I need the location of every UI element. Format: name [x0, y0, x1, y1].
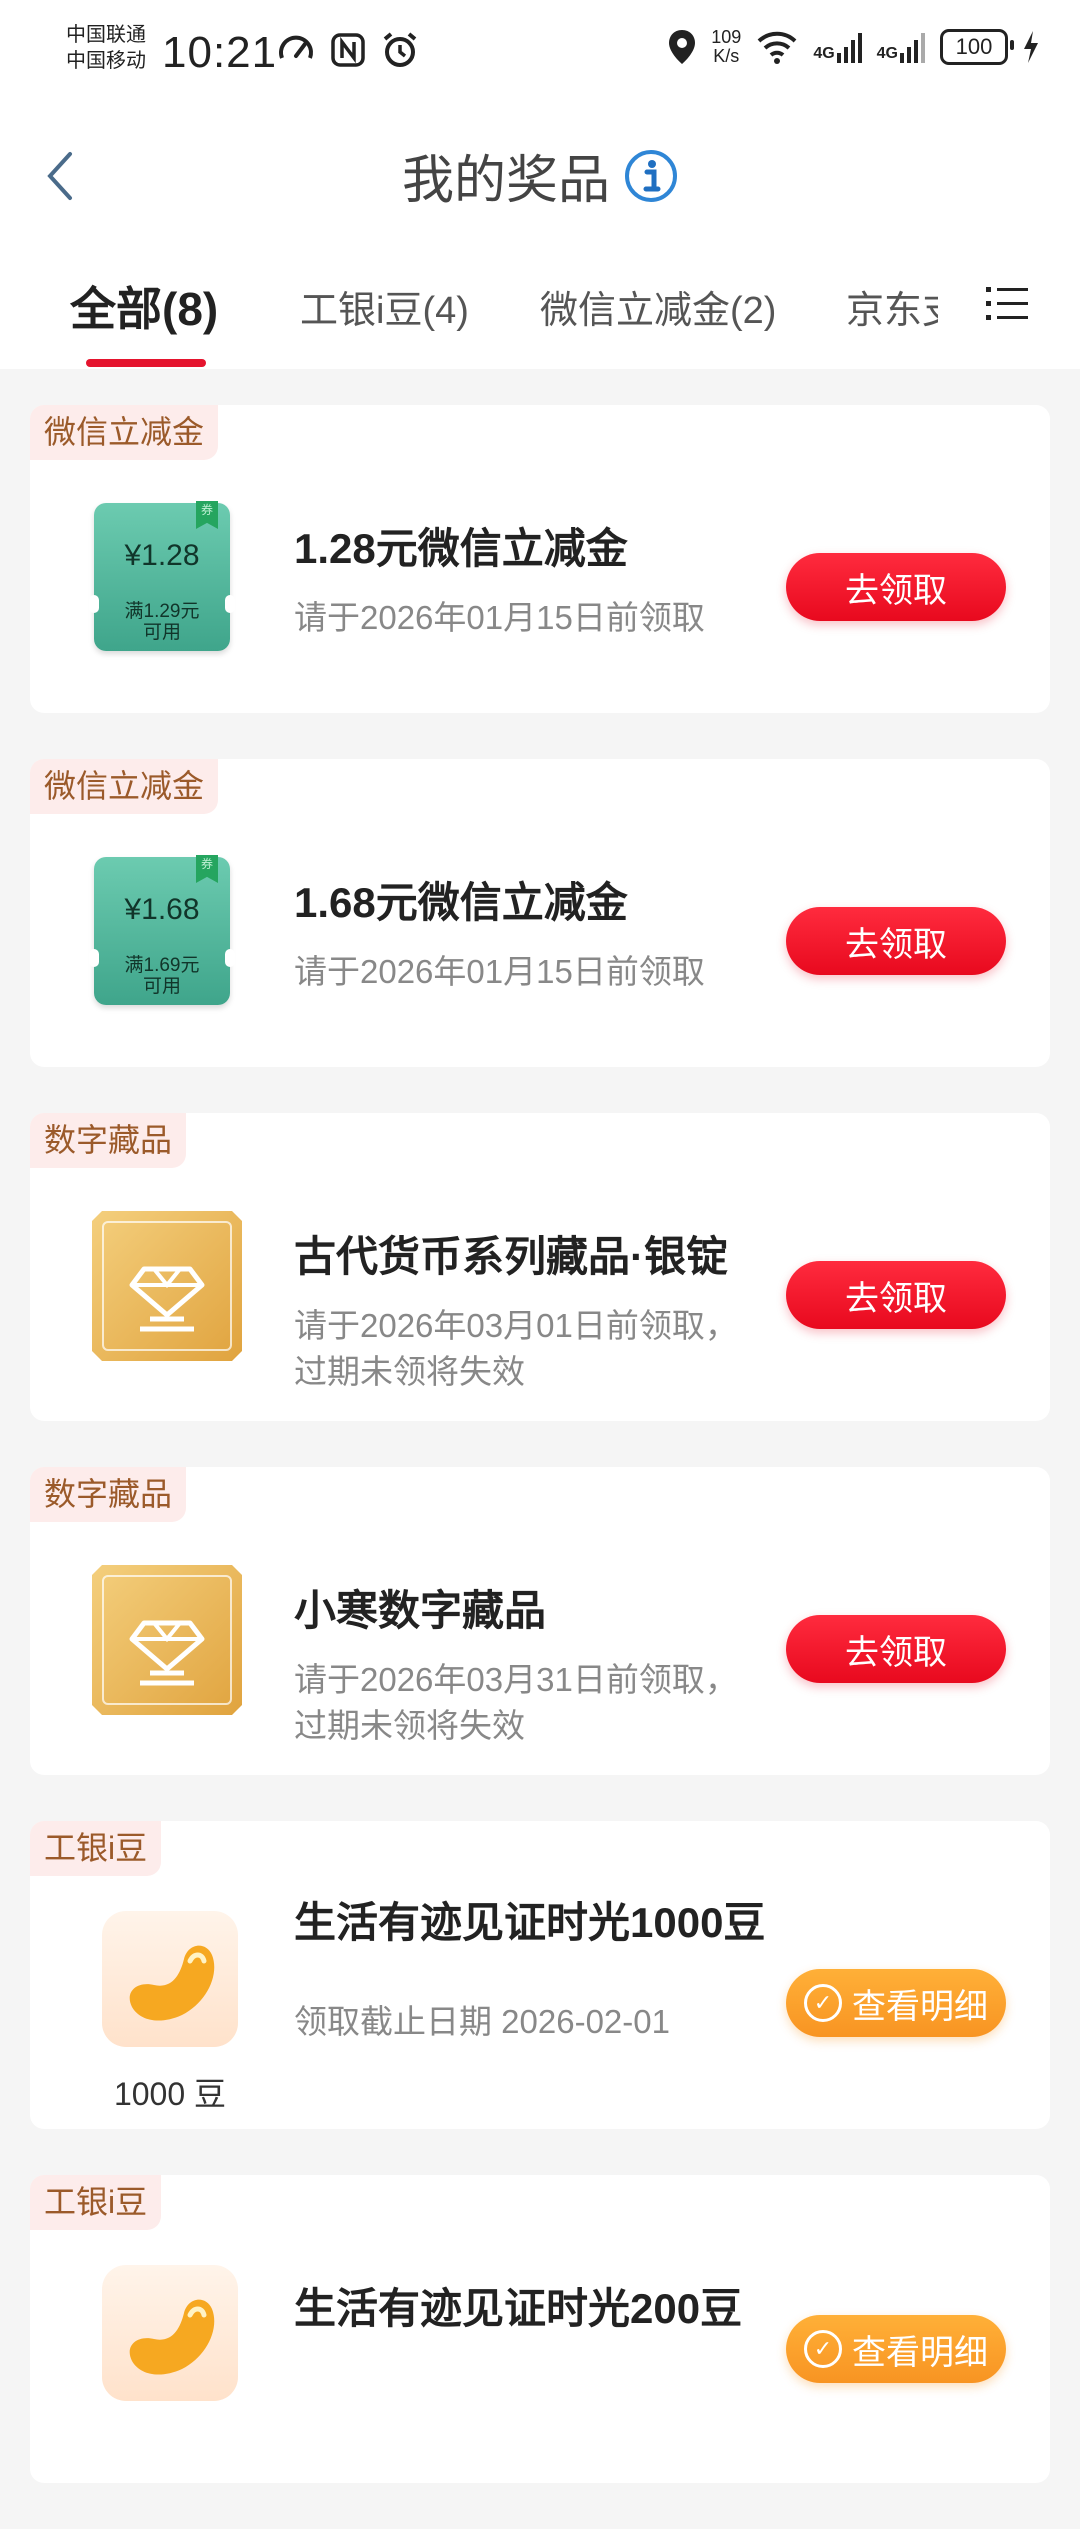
- signal-bars-icon: [900, 33, 925, 63]
- signal-bars-icon: [836, 33, 862, 63]
- signal-2: 4G: [877, 31, 926, 63]
- coupon-flag: 券: [196, 855, 218, 883]
- view-details-label: 查看明细: [852, 1987, 988, 2026]
- tab-wechat-coupon[interactable]: 微信立减金(2): [540, 279, 776, 334]
- bean-quantity: 1000 豆: [113, 2076, 227, 2112]
- coupon-condition-line2: 可用: [142, 976, 181, 997]
- location-icon: [669, 30, 696, 64]
- nfc-icon: [331, 33, 365, 67]
- prize-card: 工银i豆 生活有迹见证时光200豆 ✓ 查看明细: [30, 2175, 1050, 2483]
- prize-title: 1.68元微信立减金: [294, 879, 628, 926]
- prize-category-tag: 数字藏品: [30, 1467, 187, 1522]
- view-details-button[interactable]: ✓ 查看明细: [786, 1969, 1006, 2037]
- battery-level: 100: [955, 34, 993, 59]
- prize-category-tag: 微信立减金: [30, 405, 219, 460]
- signal-2-label: 4G: [876, 45, 898, 62]
- prize-list: 微信立减金 券 ¥1.28 满1.29元 可用 1.28元微信立减金 请于2026…: [30, 405, 1050, 2529]
- status-bar: 中国联通 中国移动 10:21 109 K/s 4G 4G 100: [0, 0, 1080, 108]
- view-details-button[interactable]: ✓ 查看明细: [786, 2315, 1006, 2383]
- status-icons-left: [276, 30, 420, 70]
- claim-button[interactable]: 去领取: [786, 553, 1006, 621]
- info-icon[interactable]: [624, 149, 678, 203]
- tab-jd[interactable]: 京东支: [846, 279, 938, 334]
- network-speed-value: 109: [711, 27, 742, 47]
- bean-icon: [129, 2299, 215, 2375]
- check-circle-icon: ✓: [804, 1984, 842, 2022]
- nav-header: 我的奖品: [0, 108, 1080, 243]
- prize-deadline: 请于2026年03月01日前领取，过期未领将失效: [294, 1307, 738, 1390]
- page-title: 我的奖品: [401, 152, 610, 210]
- claim-button[interactable]: 去领取: [786, 907, 1006, 975]
- battery-indicator: 100: [940, 29, 1014, 65]
- claim-button[interactable]: 去领取: [786, 1261, 1006, 1329]
- clock: 10:21: [162, 28, 278, 77]
- prize-category-tag: 微信立减金: [30, 759, 219, 814]
- collectible-thumbnail: [92, 1565, 242, 1715]
- prize-category-tag: 工银i豆: [30, 2175, 162, 2230]
- page-title-wrap: 我的奖品: [0, 138, 1080, 213]
- network-speed-unit: K/s: [713, 46, 740, 66]
- wifi-icon: [757, 31, 797, 64]
- ingot-icon: [92, 1565, 242, 1715]
- prize-title: 古代货币系列藏品·银锭: [294, 1233, 728, 1280]
- tab-all[interactable]: 全部(8): [70, 273, 218, 339]
- prize-deadline: 请于2026年01月15日前领取: [294, 953, 705, 990]
- prize-title: 生活有迹见证时光1000豆: [294, 1899, 766, 1946]
- signal-1-label: 4G: [813, 45, 835, 62]
- active-tab-indicator: [86, 359, 206, 367]
- prize-card: 微信立减金 券 ¥1.68 满1.69元 可用 1.68元微信立减金 请于2026…: [30, 759, 1050, 1067]
- prize-card: 微信立减金 券 ¥1.28 满1.29元 可用 1.28元微信立减金 请于2026…: [30, 405, 1050, 713]
- carrier-labels: 中国联通 中国移动: [66, 22, 146, 74]
- prize-title: 1.28元微信立减金: [294, 525, 628, 572]
- speedometer-icon: [279, 35, 313, 59]
- carrier-1: 中国联通: [66, 24, 146, 46]
- check-circle-icon: ✓: [804, 2330, 842, 2368]
- tab-icbc-beans[interactable]: 工银i豆(4): [300, 279, 469, 334]
- bean-thumbnail: [102, 1911, 238, 2047]
- prize-deadline: 请于2026年03月31日前领取，过期未领将失效: [294, 1661, 738, 1744]
- prize-title: 生活有迹见证时光200豆: [294, 2285, 743, 2332]
- prize-category-tag: 工银i豆: [30, 1821, 162, 1876]
- signal-1: 4G: [813, 31, 862, 63]
- charging-icon: [1024, 31, 1038, 63]
- tab-menu-icon[interactable]: [986, 285, 1028, 323]
- ingot-icon: [92, 1211, 242, 1361]
- tab-jd-clip: 京东支: [846, 279, 938, 339]
- coupon-condition-line1: 满1.29元: [124, 601, 200, 622]
- prize-title: 小寒数字藏品: [294, 1587, 547, 1634]
- carrier-2: 中国移动: [66, 50, 146, 72]
- claim-button[interactable]: 去领取: [786, 1615, 1006, 1683]
- bean-icon: [129, 1945, 215, 2021]
- status-icons-right: 109 K/s 4G 4G 100: [667, 28, 1040, 66]
- coupon-thumbnail: 券 ¥1.68 满1.69元 可用: [89, 855, 235, 1005]
- prize-deadline: 请于2026年01月15日前领取: [294, 599, 705, 636]
- coupon-condition: 满1.69元 可用: [94, 955, 230, 997]
- collectible-thumbnail: [92, 1211, 242, 1361]
- alarm-icon: [383, 32, 417, 67]
- coupon-condition: 满1.29元 可用: [94, 601, 230, 643]
- coupon-amount: ¥1.28: [124, 539, 200, 572]
- view-details-label: 查看明细: [852, 2333, 988, 2372]
- coupon-flag: 券: [196, 501, 218, 529]
- prize-card: 数字藏品 古代货币系列藏品·银锭 请于2026年03月01日前领取，过期未领将失…: [30, 1113, 1050, 1421]
- category-tabs: 全部(8) 工银i豆(4) 微信立减金(2) 京东支: [0, 243, 1080, 369]
- prize-category-tag: 数字藏品: [30, 1113, 187, 1168]
- prize-card: 工银i豆 1000 豆 生活有迹见证时光1000豆 领取截止日期 2026-02…: [30, 1821, 1050, 2129]
- bean-thumbnail: [102, 2265, 238, 2401]
- prize-deadline: 领取截止日期 2026-02-01: [294, 2003, 670, 2040]
- coupon-condition-line1: 满1.69元: [124, 955, 200, 976]
- coupon-amount: ¥1.68: [124, 893, 200, 926]
- network-speed: 109 K/s: [711, 28, 741, 66]
- prize-card: 数字藏品 小寒数字藏品 请于2026年03月31日前领取，过期未领将失效 去领取: [30, 1467, 1050, 1775]
- coupon-condition-line2: 可用: [142, 622, 181, 643]
- coupon-thumbnail: 券 ¥1.28 满1.29元 可用: [89, 501, 235, 651]
